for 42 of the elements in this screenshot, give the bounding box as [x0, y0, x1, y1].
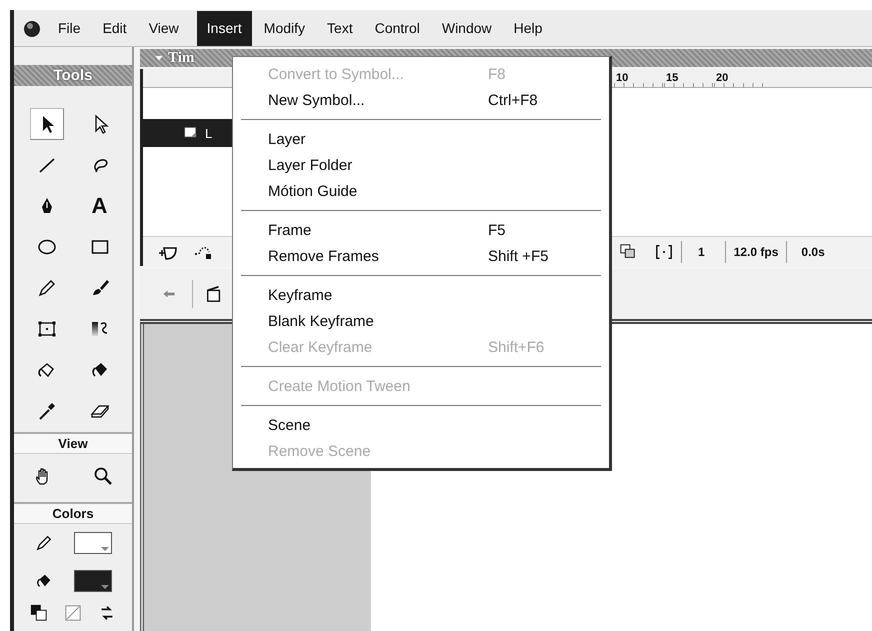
swatch-pair-icon — [30, 604, 48, 622]
section-label: View — [14, 432, 132, 454]
menu-item[interactable]: Window — [432, 10, 502, 46]
frame-rate: 12.0 fps — [734, 244, 778, 258]
pencil-icon — [34, 534, 52, 552]
menu-item[interactable]: Control — [364, 10, 430, 46]
menu-option[interactable]: Blank Keyframe — [233, 308, 609, 334]
layer-row[interactable]: L — [143, 119, 232, 147]
panel-title: Tools — [14, 65, 132, 86]
fill-color-swatch[interactable] — [74, 570, 112, 592]
transform-icon — [36, 319, 56, 340]
logo-icon — [22, 18, 42, 38]
menu-option[interactable]: New Symbol... Ctrl+F8 — [233, 87, 609, 113]
menu-item[interactable]: Help — [504, 10, 552, 46]
menu-item[interactable]: Edit — [92, 10, 137, 46]
onion-skin-icon — [619, 242, 637, 260]
layer-name: L — [205, 126, 212, 140]
menu-option[interactable]: Frame F5 — [233, 217, 609, 243]
menu-item[interactable]: Text — [317, 10, 363, 46]
stroke-color-swatch[interactable] — [74, 532, 112, 554]
menu-item[interactable]: File — [48, 10, 91, 46]
panel-title: Tim — [168, 50, 194, 66]
menu-option[interactable]: Mótion Guide — [233, 178, 609, 204]
section-label: Colors — [14, 502, 132, 524]
tool-button[interactable] — [30, 108, 64, 140]
eyedropper-icon — [36, 401, 56, 422]
menu-option[interactable]: Layer — [233, 126, 609, 152]
pencil-icon — [36, 278, 56, 298]
edit-frames-icon — [653, 242, 675, 260]
elapsed-time: 0.0s — [801, 244, 825, 258]
menu-item[interactable]: Modify — [254, 10, 316, 46]
current-frame: 1 — [698, 244, 705, 258]
collapse-triangle-icon — [154, 53, 164, 63]
menu-item[interactable]: Insert — [196, 10, 252, 46]
scene-icon — [205, 285, 223, 303]
menu-option[interactable]: Layer Folder — [233, 152, 609, 178]
menu-option[interactable]: Remove Frames Shift +F5 — [233, 243, 609, 269]
zoom-icon — [92, 466, 112, 486]
menu-item[interactable]: View — [138, 10, 189, 46]
menu-option[interactable]: Scene — [233, 412, 609, 438]
text-tool-button[interactable]: A — [82, 190, 116, 222]
no-color-icon — [64, 604, 82, 622]
